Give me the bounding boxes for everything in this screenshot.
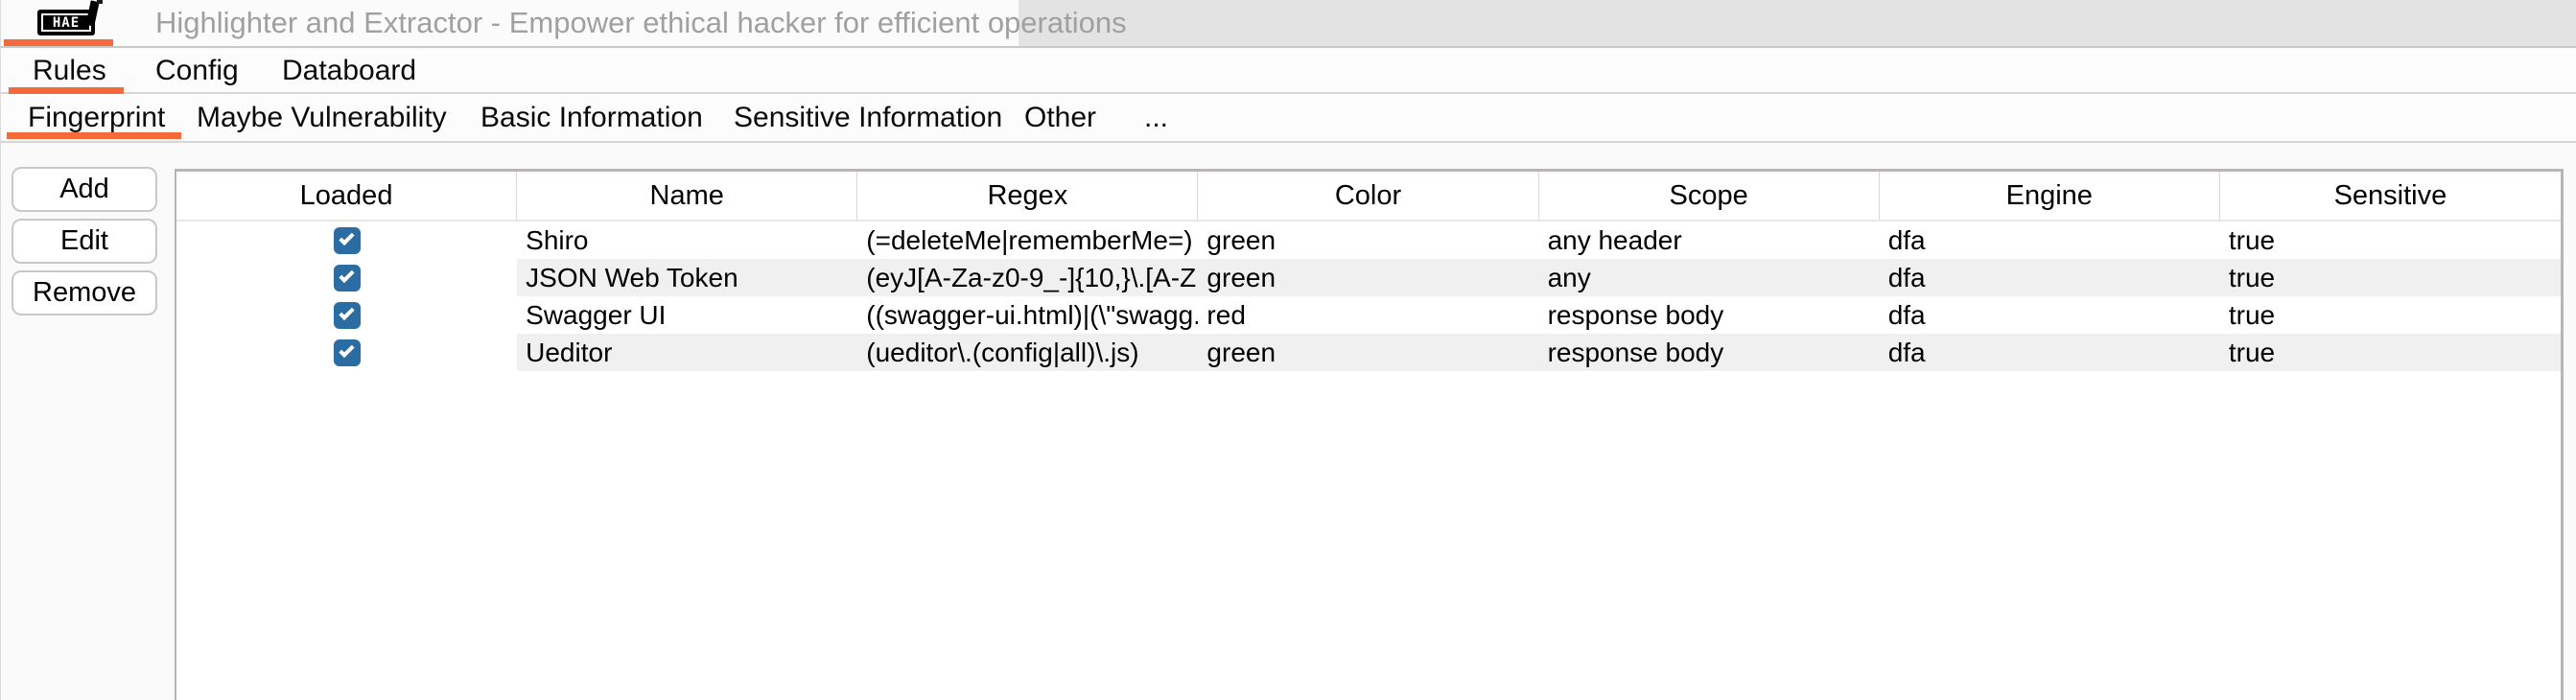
cell-name: Ueditor <box>517 334 857 371</box>
tab-maybe-vulnerability[interactable]: Maybe Vulnerability <box>197 94 447 141</box>
cell-scope: any <box>1539 259 1880 296</box>
cell-color: green <box>1198 259 1538 296</box>
check-icon <box>339 304 354 319</box>
check-icon <box>339 267 354 282</box>
column-header-sensitive[interactable]: Sensitive <box>2220 172 2561 220</box>
titlebar: HAE Highlighter and Extractor - Empower … <box>1 0 2576 48</box>
column-header-scope[interactable]: Scope <box>1539 172 1880 220</box>
check-icon <box>339 341 354 357</box>
cell-name: JSON Web Token <box>517 259 857 296</box>
cell-name: Shiro <box>517 222 857 259</box>
cell-loaded <box>176 222 517 259</box>
remove-button[interactable]: Remove <box>12 270 157 315</box>
cell-loaded <box>176 296 517 334</box>
loaded-checkbox[interactable] <box>334 227 361 254</box>
cell-sensitive: true <box>2220 222 2561 259</box>
pixel-decoration <box>97 0 103 4</box>
cell-sensitive: true <box>2220 259 2561 296</box>
table-row[interactable]: Swagger UI ((swagger-ui.html)|(\"swagg..… <box>176 296 2561 334</box>
hae-logo-text: HAE <box>41 13 91 32</box>
cell-regex: (ueditor\.(config|all)\.js) <box>857 334 1198 371</box>
cell-sensitive: true <box>2220 296 2561 334</box>
edit-button[interactable]: Edit <box>12 219 157 264</box>
cell-name: Swagger UI <box>517 296 857 334</box>
cell-scope: response body <box>1539 334 1880 371</box>
column-header-color[interactable]: Color <box>1198 172 1538 220</box>
tab-config[interactable]: Config <box>155 50 239 92</box>
tab-rules[interactable]: Rules <box>33 50 106 92</box>
cell-scope: response body <box>1539 296 1880 334</box>
pen-icon <box>85 0 99 26</box>
cell-engine: dfa <box>1880 296 2220 334</box>
loaded-checkbox[interactable] <box>334 265 361 292</box>
tab-more[interactable]: ... <box>1144 94 1168 141</box>
active-tab-underline <box>7 132 181 139</box>
cell-scope: any header <box>1539 222 1880 259</box>
column-header-engine[interactable]: Engine <box>1880 172 2220 220</box>
active-tab-underline <box>9 87 124 94</box>
column-header-name[interactable]: Name <box>517 172 857 220</box>
active-tab-underline <box>4 39 113 46</box>
extension-tab[interactable]: HAE Highlighter and Extractor - Empower … <box>1 0 1019 46</box>
cell-loaded <box>176 334 517 371</box>
cell-color: green <box>1198 334 1538 371</box>
check-icon <box>339 229 354 245</box>
cell-color: green <box>1198 222 1538 259</box>
hae-logo-icon: HAE <box>37 10 95 35</box>
tab-basic-information[interactable]: Basic Information <box>480 94 703 141</box>
tab-databoard[interactable]: Databoard <box>282 50 416 92</box>
cell-color: red <box>1198 296 1538 334</box>
extension-title: Highlighter and Extractor - Empower ethi… <box>155 0 1127 46</box>
cell-engine: dfa <box>1880 259 2220 296</box>
cell-regex: (=deleteMe|rememberMe=) <box>857 222 1198 259</box>
loaded-checkbox[interactable] <box>334 339 361 366</box>
primary-tab-bar: Rules Config Databoard <box>1 50 2576 94</box>
rules-table: Loaded Name Regex Color Scope Engine Sen… <box>175 169 2564 700</box>
table-header: Loaded Name Regex Color Scope Engine Sen… <box>176 172 2561 222</box>
loaded-checkbox[interactable] <box>334 302 361 329</box>
rules-panel: Add Edit Remove Loaded Name Regex Color … <box>1 143 2576 700</box>
table-row[interactable]: Ueditor (ueditor\.(config|all)\.js) gree… <box>176 334 2561 371</box>
add-button[interactable]: Add <box>12 167 157 212</box>
column-header-regex[interactable]: Regex <box>857 172 1198 220</box>
cell-engine: dfa <box>1880 334 2220 371</box>
cell-engine: dfa <box>1880 222 2220 259</box>
column-header-loaded[interactable]: Loaded <box>176 172 517 220</box>
cell-regex: ((swagger-ui.html)|(\"swagg... <box>857 296 1198 334</box>
table-row[interactable]: JSON Web Token (eyJ[A-Za-z0-9_-]{10,}\.[… <box>176 259 2561 296</box>
cell-regex: (eyJ[A-Za-z0-9_-]{10,}\.[A-Z... <box>857 259 1198 296</box>
tab-sensitive-information[interactable]: Sensitive Information <box>734 94 1002 141</box>
cell-sensitive: true <box>2220 334 2561 371</box>
tab-other[interactable]: Other <box>1024 94 1096 141</box>
table-row[interactable]: Shiro (=deleteMe|rememberMe=) green any … <box>176 222 2561 259</box>
secondary-tab-bar: Fingerprint Maybe Vulnerability Basic In… <box>1 94 2576 143</box>
cell-loaded <box>176 259 517 296</box>
